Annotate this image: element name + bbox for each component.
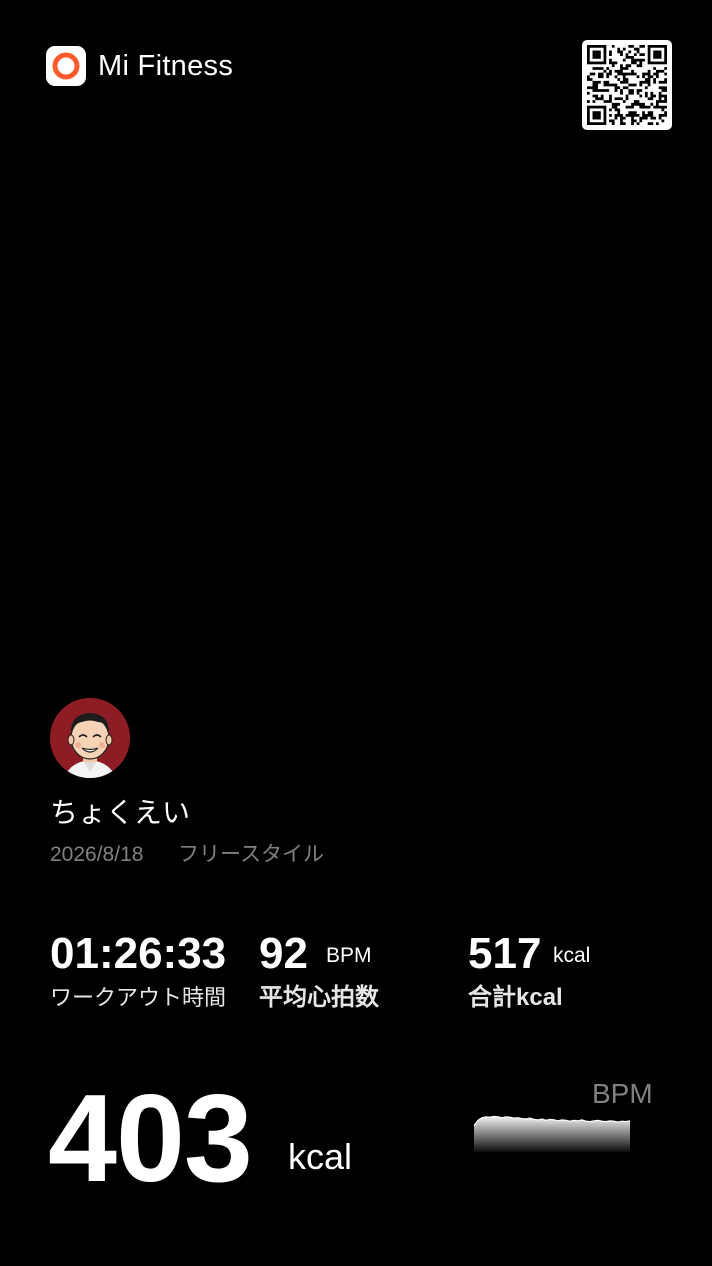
user-name: ちょくえい [50, 797, 191, 828]
mi-fitness-logo-icon [46, 46, 86, 86]
qr-code-icon[interactable] [582, 40, 672, 130]
workout-date: 2026/8/18 [50, 843, 144, 866]
avg-heart-rate-value: 92 [259, 929, 308, 978]
avg-heart-rate-label: 平均心拍数 [259, 984, 379, 1011]
active-kcal-unit: kcal [288, 1136, 353, 1177]
workout-duration-label: ワークアウト時間 [50, 985, 227, 1010]
avg-heart-rate-unit: BPM [326, 944, 372, 967]
total-kcal-value: 517 [468, 929, 542, 978]
total-kcal-label: 合計kcal [468, 984, 563, 1011]
active-kcal-value: 403 [48, 1070, 253, 1208]
heart-rate-chart [473, 1115, 631, 1152]
workout-type: フリースタイル [178, 843, 324, 866]
workout-duration-value: 01:26:33 [50, 929, 227, 978]
total-kcal-unit: kcal [553, 944, 591, 967]
avatar[interactable] [50, 698, 130, 778]
app-name: Mi Fitness [98, 50, 234, 82]
